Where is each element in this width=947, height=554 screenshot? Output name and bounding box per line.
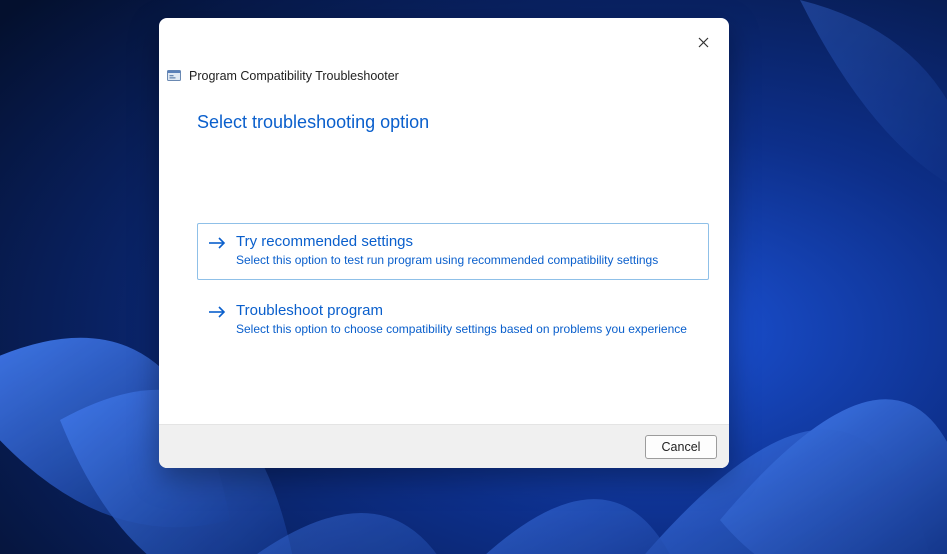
dialog-title: Program Compatibility Troubleshooter [189, 69, 399, 83]
cancel-button[interactable]: Cancel [645, 435, 717, 459]
arrow-right-icon [208, 304, 226, 322]
troubleshooter-icon [166, 68, 182, 84]
option-troubleshoot-program[interactable]: Troubleshoot program Select this option … [197, 292, 709, 349]
option-description: Select this option to test run program u… [236, 252, 658, 268]
arrow-right-icon [208, 235, 226, 253]
options-list: Try recommended settings Select this opt… [159, 223, 729, 361]
option-description: Select this option to choose compatibili… [236, 321, 687, 337]
close-button[interactable] [691, 30, 715, 54]
option-try-recommended[interactable]: Try recommended settings Select this opt… [197, 223, 709, 280]
page-heading: Select troubleshooting option [197, 112, 729, 133]
dialog-footer: Cancel [159, 424, 729, 468]
close-icon [698, 37, 709, 48]
dialog-header: Program Compatibility Troubleshooter [159, 18, 729, 84]
option-title: Try recommended settings [236, 233, 658, 250]
option-title: Troubleshoot program [236, 302, 687, 319]
compatibility-troubleshooter-dialog: Program Compatibility Troubleshooter Sel… [159, 18, 729, 468]
